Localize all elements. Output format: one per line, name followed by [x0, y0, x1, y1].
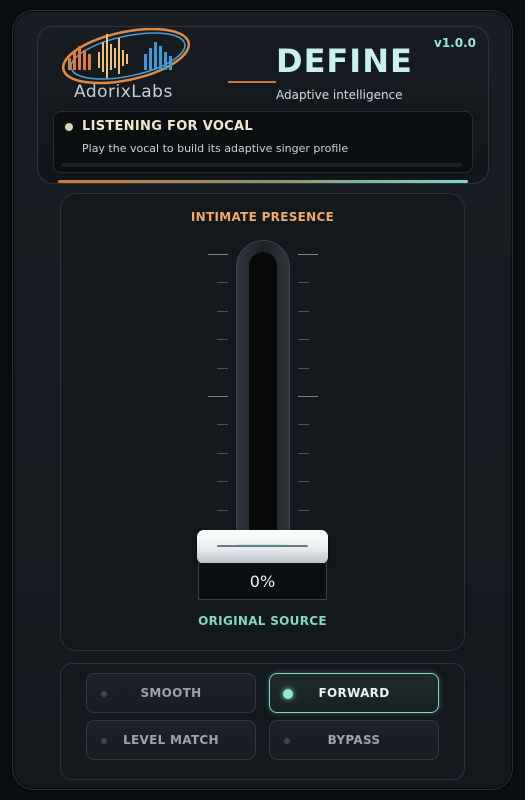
title-accent-rule	[228, 81, 276, 83]
fader-handle[interactable]	[197, 530, 328, 564]
fader-tick-right	[298, 424, 309, 425]
status-panel: LISTENING FOR VOCAL Play the vocal to bu…	[53, 111, 473, 173]
version-label: v1.0.0	[434, 36, 476, 50]
fader-tick-right	[298, 510, 309, 511]
fader-tick-left	[217, 339, 228, 340]
fader-top-label: INTIMATE PRESENCE	[190, 210, 335, 224]
fader-tick-right	[298, 396, 318, 397]
mode-button-label: BYPASS	[327, 733, 381, 747]
logo-wordmark: AdorixLabs	[74, 82, 173, 102]
adorixlabs-logo: AdorixLabs	[54, 28, 194, 106]
status-indicator-icon	[65, 123, 73, 131]
mode-button-bypass[interactable]: BYPASS	[269, 720, 439, 760]
fader-tick-right	[298, 311, 309, 312]
mode-led-icon	[101, 691, 107, 697]
fader-tick-left	[208, 254, 228, 255]
mode-led-icon	[284, 738, 290, 744]
fader-tick-left	[208, 396, 228, 397]
fader-tick-right	[298, 368, 309, 369]
mode-led-icon	[101, 738, 107, 744]
header-accent-line	[58, 180, 468, 183]
mode-button-smooth[interactable]: SMOOTH	[86, 673, 256, 713]
fader-tick-right	[298, 453, 309, 454]
fader-tick-left	[217, 453, 228, 454]
fader-slot	[249, 252, 277, 542]
fader-tick-right	[298, 339, 309, 340]
status-title: LISTENING FOR VOCAL	[82, 119, 253, 134]
fader-tick-left	[217, 481, 228, 482]
fader-handle-line	[217, 545, 308, 547]
status-message: Play the vocal to build its adaptive sin…	[82, 142, 349, 155]
fader-handle-highlight	[237, 544, 287, 545]
app-title: DEFINE	[276, 42, 413, 80]
fader-tick-left	[217, 368, 228, 369]
app-subtitle: Adaptive intelligence	[276, 88, 403, 102]
mode-button-level-match[interactable]: LEVEL MATCH	[86, 720, 256, 760]
fader-tick-left	[217, 510, 228, 511]
fader-bottom-label: ORIGINAL SOURCE	[198, 614, 327, 628]
fader-tick-right	[298, 254, 318, 255]
fader-tick-left	[217, 424, 228, 425]
fader-tick-left	[217, 311, 228, 312]
mode-button-label: SMOOTH	[140, 686, 202, 700]
mode-button-forward[interactable]: FORWARD	[269, 673, 439, 713]
mode-led-icon	[283, 689, 293, 699]
mode-button-label: LEVEL MATCH	[123, 733, 219, 747]
waveform-logo-icon	[61, 28, 191, 85]
fader-value-readout: 0%	[198, 563, 327, 600]
fader-tick-left	[217, 282, 228, 283]
fader-tick-right	[298, 282, 309, 283]
fader-tick-right	[298, 481, 309, 482]
profile-progress-bar	[62, 163, 462, 167]
mode-button-label: FORWARD	[318, 686, 390, 700]
